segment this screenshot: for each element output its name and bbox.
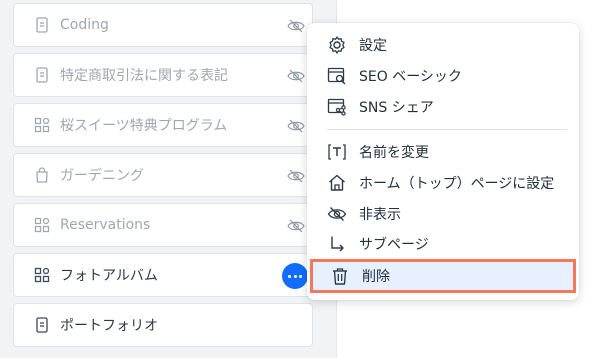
app-icon	[34, 267, 50, 283]
page-label: 特定商取引法に関する表記	[60, 68, 228, 84]
menu-item-label: 名前を変更	[359, 145, 429, 161]
page-item-coding[interactable]: Coding	[13, 3, 313, 47]
page-item-sakura-program[interactable]: 桜スイーツ特典プログラム	[13, 103, 313, 147]
menu-item-label: SEO ベーシック	[359, 69, 462, 85]
gear-icon	[327, 35, 347, 55]
menu-item-seo-basics[interactable]: SEO ベーシック	[307, 61, 579, 91]
page-item-gardening[interactable]: ガーデニング	[13, 153, 313, 197]
shopping-bag-icon	[34, 167, 50, 183]
menu-item-rename[interactable]: 名前を変更	[307, 137, 579, 167]
menu-item-settings[interactable]: 設定	[307, 30, 579, 60]
eye-hidden-icon[interactable]	[286, 116, 306, 136]
seo-search-icon	[327, 66, 347, 86]
page-label: Coding	[60, 17, 109, 33]
menu-item-label: 設定	[359, 38, 387, 54]
page-context-menu: 設定 SEO ベーシック SNS シェア 名前を変更 ホーム（トップ）ページに設…	[307, 23, 579, 300]
dot	[299, 274, 303, 278]
dot	[287, 274, 291, 278]
share-icon	[327, 97, 347, 117]
menu-item-label: サブページ	[359, 237, 429, 253]
page-label: ポートフォリオ	[60, 318, 158, 334]
page-label: ガーデニング	[60, 168, 144, 184]
trash-icon	[330, 266, 350, 286]
eye-hidden-icon[interactable]	[286, 216, 306, 236]
page-item-photo-album[interactable]: フォトアルバム	[13, 253, 313, 297]
page-icon	[34, 317, 50, 333]
home-icon	[327, 173, 347, 193]
menu-item-label: SNS シェア	[359, 100, 434, 116]
subpage-arrow-icon	[327, 234, 347, 254]
menu-item-social-share[interactable]: SNS シェア	[307, 92, 579, 122]
page-item-portfolio[interactable]: ポートフォリオ	[13, 303, 313, 347]
eye-hidden-icon[interactable]	[286, 166, 306, 186]
page-icon	[34, 17, 50, 33]
app-icon	[34, 217, 50, 233]
eye-hidden-icon[interactable]	[286, 16, 306, 36]
page-label: 桜スイーツ特典プログラム	[60, 118, 228, 134]
menu-item-hide[interactable]: 非表示	[307, 199, 579, 229]
more-actions-button[interactable]	[282, 263, 308, 289]
menu-divider	[327, 129, 567, 130]
menu-item-delete[interactable]: 削除	[310, 259, 576, 293]
rename-icon	[327, 142, 347, 162]
page-item-reservations[interactable]: Reservations	[13, 203, 313, 247]
page-label: フォトアルバム	[60, 268, 158, 284]
menu-item-label: 非表示	[359, 207, 401, 223]
menu-item-label: ホーム（トップ）ページに設定	[359, 176, 555, 192]
page-icon	[34, 67, 50, 83]
eye-hidden-icon[interactable]	[286, 66, 306, 86]
menu-item-label: 削除	[362, 269, 390, 285]
page-label: Reservations	[60, 217, 151, 233]
menu-item-subpage[interactable]: サブページ	[307, 229, 579, 259]
page-item-commerce-notation[interactable]: 特定商取引法に関する表記	[13, 53, 313, 97]
menu-item-set-home[interactable]: ホーム（トップ）ページに設定	[307, 168, 579, 198]
eye-hidden-icon	[327, 204, 347, 224]
app-icon	[34, 117, 50, 133]
dot	[293, 274, 297, 278]
